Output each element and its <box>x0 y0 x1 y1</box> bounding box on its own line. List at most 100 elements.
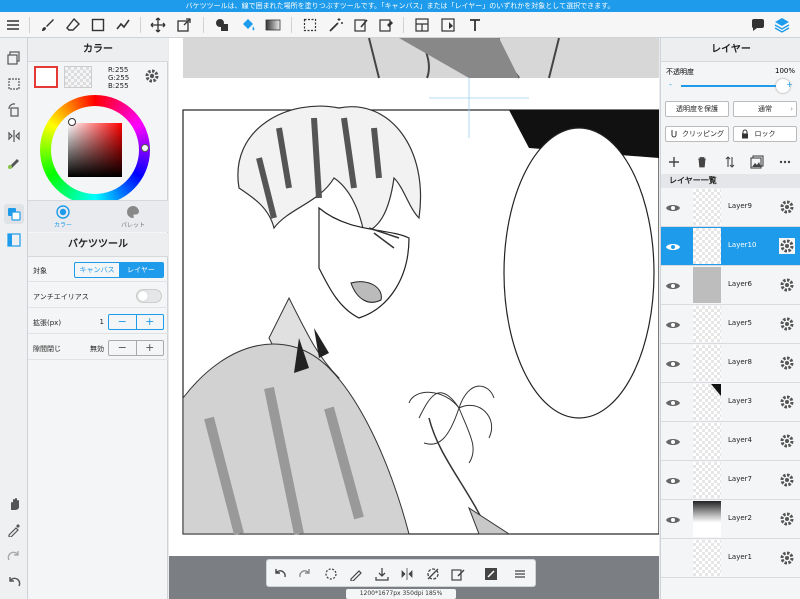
tab-color[interactable]: カラー <box>28 203 98 233</box>
eye-icon[interactable] <box>665 317 681 331</box>
crop-icon[interactable] <box>4 74 24 94</box>
layer-row[interactable]: Layer2 <box>661 500 800 539</box>
copy-icon[interactable] <box>4 48 24 68</box>
material-icon[interactable] <box>481 564 501 584</box>
undo-icon[interactable] <box>270 564 290 584</box>
gear-icon[interactable] <box>779 511 795 527</box>
flip-horizontal-icon[interactable] <box>397 564 417 584</box>
layer-row[interactable]: Layer6 <box>661 266 800 305</box>
layer-row[interactable]: Layer4 <box>661 422 800 461</box>
expand-minus-button[interactable]: − <box>109 315 136 329</box>
edit-selection-icon[interactable] <box>448 564 468 584</box>
text-tool-icon[interactable] <box>465 15 485 35</box>
layer-image-icon[interactable] <box>749 154 765 170</box>
transform-tool-icon[interactable] <box>174 15 194 35</box>
gear-icon[interactable] <box>779 316 795 332</box>
layers-icon[interactable] <box>772 15 792 35</box>
hue-picker-handle[interactable] <box>141 144 149 152</box>
more-options-icon[interactable] <box>777 154 793 170</box>
bucket-tool-icon[interactable] <box>238 15 258 35</box>
eye-icon[interactable] <box>665 356 681 370</box>
expand-plus-button[interactable]: + <box>135 315 164 329</box>
color-dropper-icon[interactable] <box>4 152 24 172</box>
main-color-swatch[interactable] <box>34 66 58 88</box>
comment-icon[interactable] <box>748 15 768 35</box>
saturation-value-square[interactable] <box>68 123 122 177</box>
gear-icon[interactable] <box>779 199 795 215</box>
eye-icon[interactable] <box>665 239 681 253</box>
gear-icon[interactable] <box>779 394 795 410</box>
rotate-icon[interactable] <box>4 100 24 120</box>
brush-tool-icon[interactable] <box>38 15 58 35</box>
reorder-icon[interactable] <box>722 154 738 170</box>
more-menu-icon[interactable] <box>510 564 530 584</box>
gear-icon[interactable] <box>144 68 160 84</box>
move-tool-icon[interactable] <box>148 15 168 35</box>
tool-panel-toggle-icon[interactable] <box>4 230 24 250</box>
color-panel-toggle-icon[interactable] <box>4 204 24 224</box>
magic-wand-icon[interactable] <box>326 15 346 35</box>
lasso-rotate-icon[interactable] <box>321 564 341 584</box>
layer-row[interactable]: Layer7 <box>661 461 800 500</box>
eye-icon[interactable] <box>665 395 681 409</box>
layer-row[interactable]: Layer3 <box>661 383 800 422</box>
blend-mode-button[interactable]: 通常 › <box>733 101 797 117</box>
undo-icon[interactable] <box>4 572 24 592</box>
shape-tool-icon[interactable] <box>88 15 108 35</box>
line-tool-icon[interactable] <box>113 15 133 35</box>
panel-divide-icon[interactable] <box>412 15 432 35</box>
layer-row[interactable]: Layer9 <box>661 188 800 227</box>
eye-icon[interactable] <box>665 473 681 487</box>
gear-icon[interactable] <box>779 355 795 371</box>
gear-icon[interactable] <box>779 472 795 488</box>
redo-icon[interactable] <box>295 564 315 584</box>
opacity-plus-button[interactable]: + <box>786 80 793 89</box>
eyedropper-icon[interactable] <box>4 520 24 540</box>
import-icon[interactable] <box>372 564 392 584</box>
protect-alpha-button[interactable]: 透明度を保護 <box>665 101 729 117</box>
frame-tool-icon[interactable] <box>438 15 458 35</box>
opacity-minus-button[interactable]: - <box>669 80 672 89</box>
target-canvas-option[interactable]: キャンバス <box>75 263 119 277</box>
layer-row-selected[interactable]: Layer10 <box>661 227 800 266</box>
antialias-toggle[interactable] <box>136 289 162 303</box>
layer-row[interactable]: Layer5 <box>661 305 800 344</box>
select-tool-icon[interactable] <box>300 15 320 35</box>
layer-row[interactable]: Layer1 <box>661 539 800 578</box>
trash-icon[interactable] <box>694 154 710 170</box>
sub-color-swatch[interactable] <box>64 66 92 88</box>
select-eraser-icon[interactable] <box>376 15 396 35</box>
gear-icon[interactable] <box>779 550 795 566</box>
fill-shape-tool-icon[interactable] <box>212 15 232 35</box>
eye-icon[interactable] <box>665 278 681 292</box>
add-layer-icon[interactable] <box>666 154 682 170</box>
hand-icon[interactable] <box>4 494 24 514</box>
gap-close-stepper: − + <box>108 340 164 356</box>
rotate-lock-icon[interactable] <box>423 564 443 584</box>
eraser-tool-icon[interactable] <box>63 15 83 35</box>
eye-icon[interactable] <box>665 512 681 526</box>
lock-button[interactable]: ロック <box>733 126 797 142</box>
gradient-tool-icon[interactable] <box>263 15 283 35</box>
gap-minus-button[interactable]: − <box>109 341 136 355</box>
eye-icon[interactable] <box>665 200 681 214</box>
opacity-label: 不透明度 <box>666 68 694 76</box>
drawing-canvas[interactable] <box>169 38 659 599</box>
gear-icon[interactable] <box>779 277 795 293</box>
sv-picker-handle[interactable] <box>68 118 76 126</box>
opacity-slider-track[interactable] <box>681 79 790 93</box>
eye-icon[interactable] <box>665 434 681 448</box>
target-layer-option[interactable]: レイヤー <box>119 263 163 277</box>
layer-thumbnail <box>693 306 721 342</box>
flip-icon[interactable] <box>4 126 24 146</box>
clipping-button[interactable]: クリッピング <box>665 126 729 142</box>
gear-icon[interactable] <box>779 433 795 449</box>
tab-palette[interactable]: パレット <box>98 203 168 233</box>
layer-row[interactable]: Layer8 <box>661 344 800 383</box>
redo-icon[interactable] <box>4 546 24 566</box>
select-pen-icon[interactable] <box>351 15 371 35</box>
menu-icon[interactable] <box>3 15 23 35</box>
gap-plus-button[interactable]: + <box>135 341 164 355</box>
pen-icon[interactable] <box>346 564 366 584</box>
gear-icon[interactable] <box>779 238 795 254</box>
